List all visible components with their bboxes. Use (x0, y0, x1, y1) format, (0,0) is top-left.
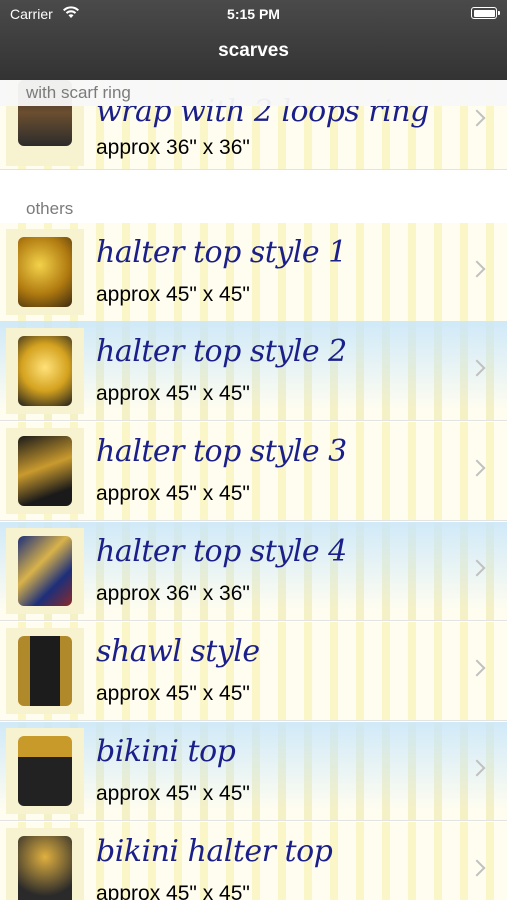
clock: 5:15 PM (227, 6, 280, 22)
halter-top-2-thumb (18, 336, 72, 406)
list-item[interactable]: halter top style 2 approx 45" x 45" (0, 322, 507, 421)
list-item[interactable]: halter top style 3 approx 45" x 45" (0, 422, 507, 521)
list-item[interactable]: halter top style 1 approx 45" x 45" (0, 223, 507, 322)
battery-icon (471, 7, 500, 19)
list-item[interactable]: shawl style approx 45" x 45" (0, 622, 507, 721)
section-header: with scarf ring (0, 80, 507, 106)
list-item[interactable]: halter top style 4 approx 36" x 36" (0, 522, 507, 621)
halter-top-3-thumb (18, 436, 72, 506)
halter-top-1-thumb (18, 237, 72, 307)
section-header: others (0, 192, 507, 222)
page-title: scarves (218, 40, 289, 61)
halter-top-4-thumb (18, 536, 72, 606)
list-item[interactable]: bikini top approx 45" x 45" (0, 722, 507, 821)
scarves-list[interactable]: wrap with 2 loops ring approx 36" x 36" … (0, 80, 507, 900)
navigation-bar: Carrier 5:15 PM scarves (0, 0, 507, 80)
bikini-halter-top-thumb (18, 836, 72, 900)
bikini-top-thumb (18, 736, 72, 806)
status-bar: Carrier 5:15 PM (0, 0, 507, 28)
shawl-style-thumb (18, 636, 72, 706)
list-item[interactable]: bikini halter top approx 45" x 45" (0, 822, 507, 900)
